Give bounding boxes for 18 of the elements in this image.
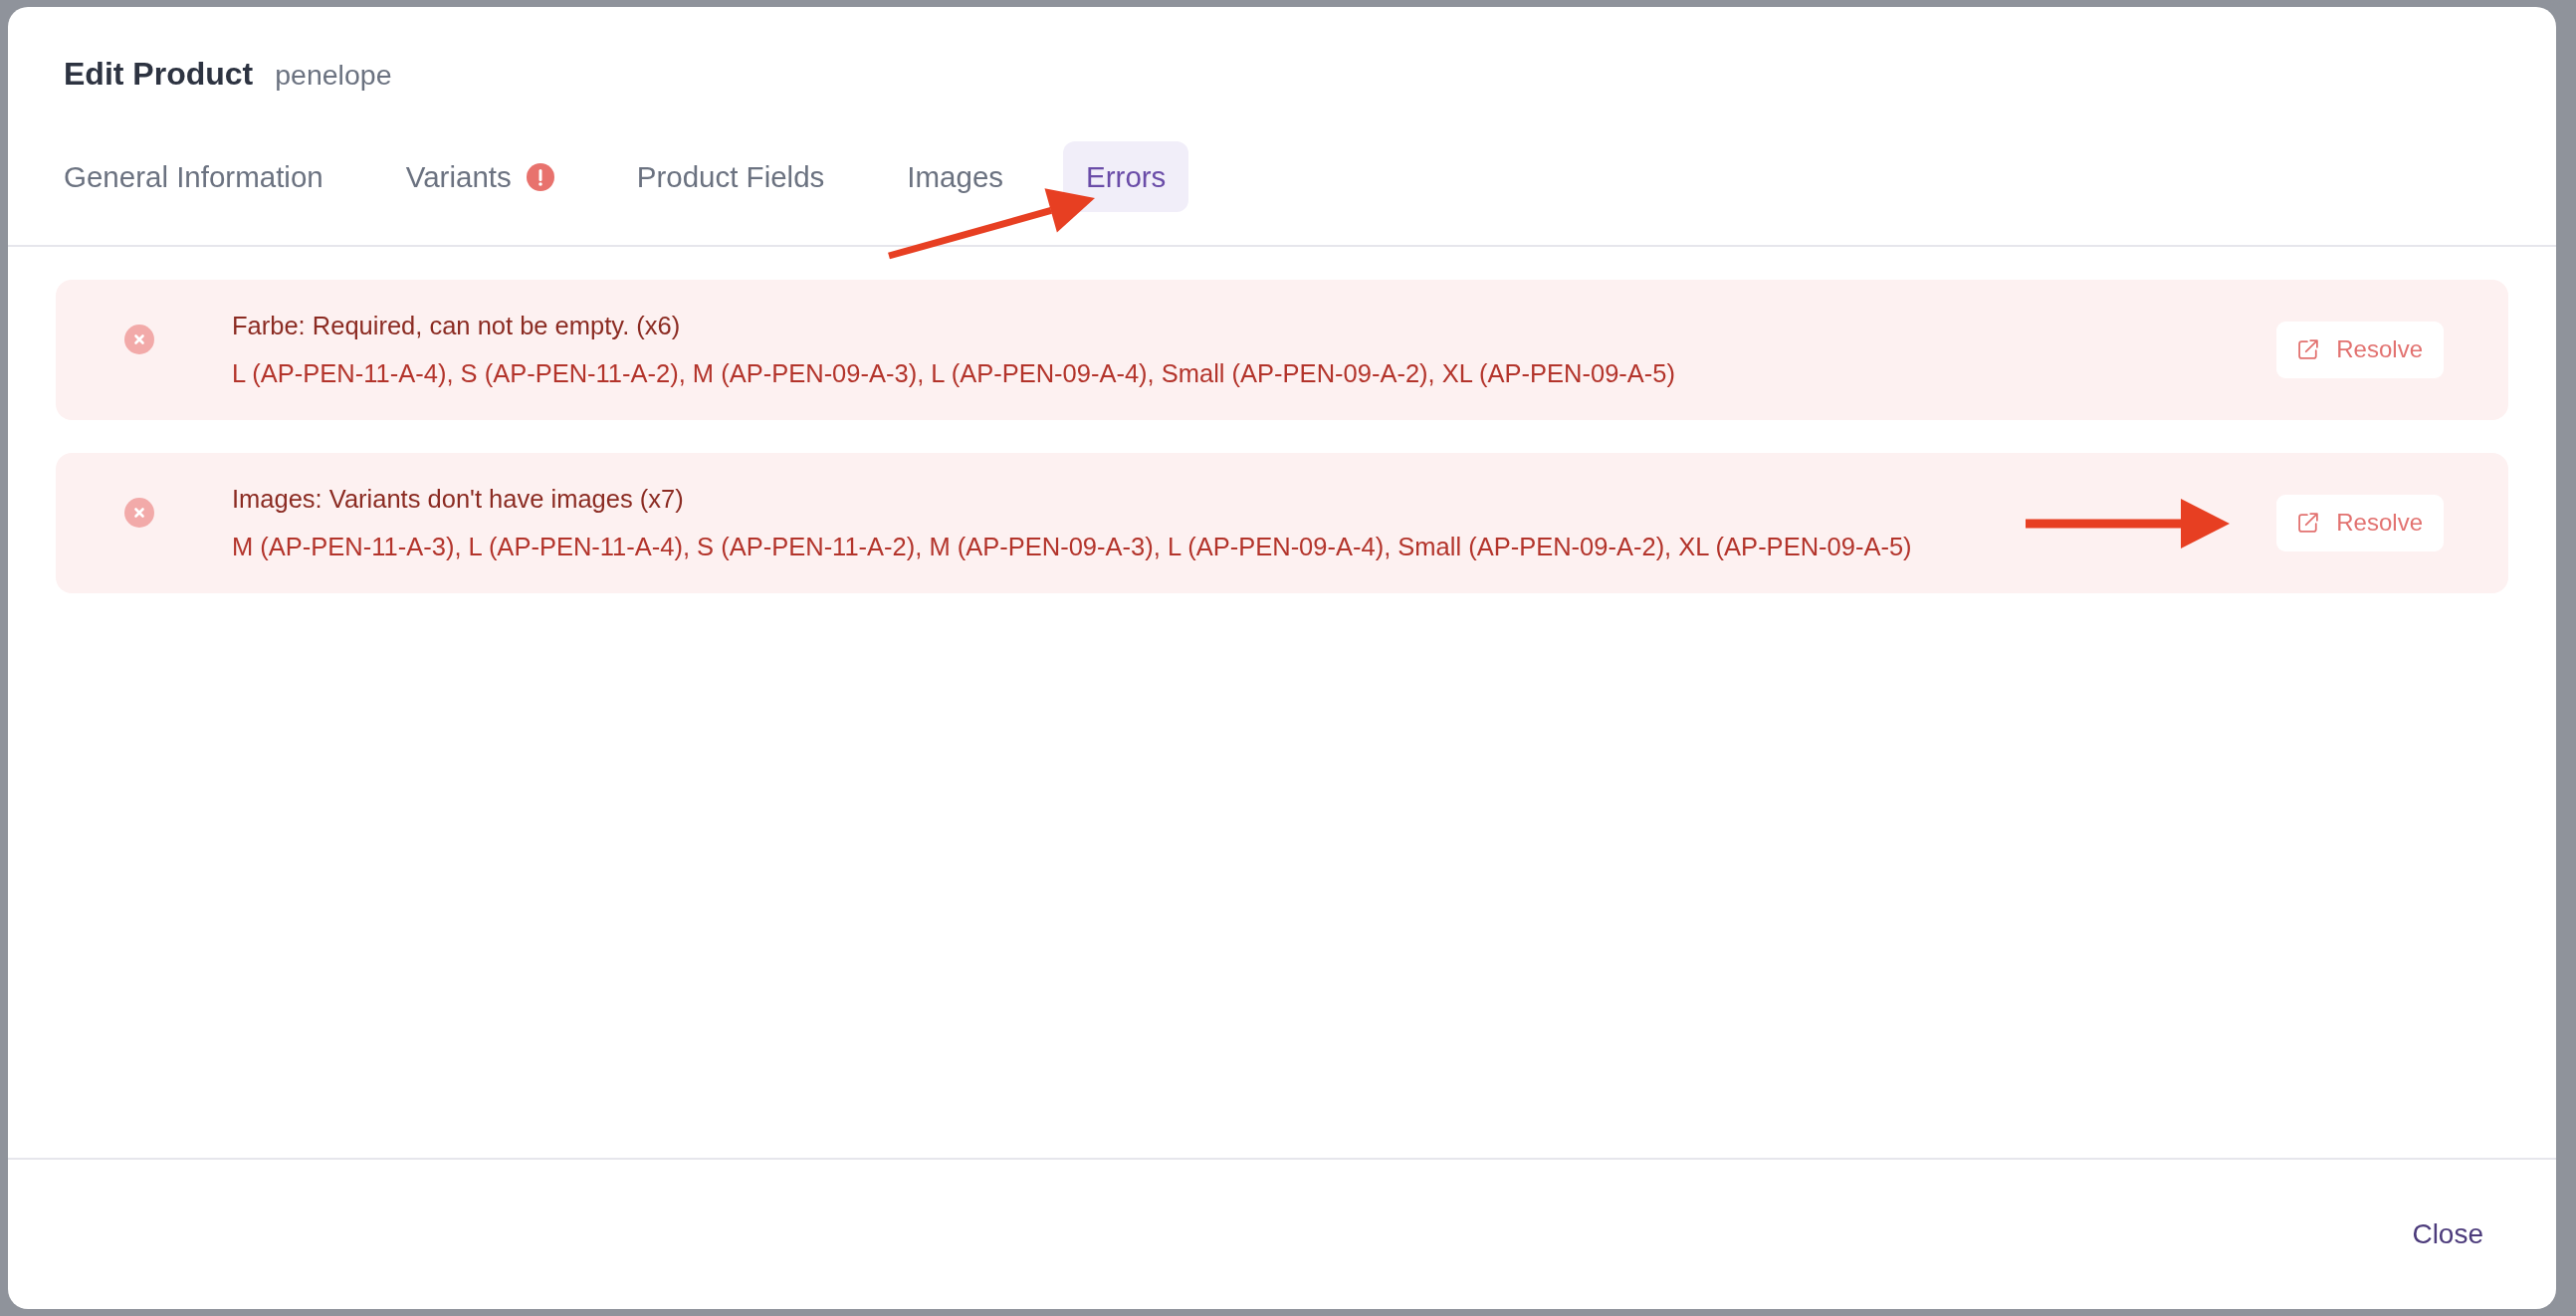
tab[interactable]: Images: [884, 141, 1027, 212]
error-title: Farbe: Required, can not be empty. (x6): [232, 311, 682, 341]
tab[interactable]: General Information: [41, 141, 346, 212]
tab[interactable]: Product Fields: [613, 141, 848, 212]
x-circle-icon: [124, 325, 154, 354]
x-circle-icon: [124, 498, 154, 528]
dialog-title: Edit Product: [64, 55, 254, 94]
tab[interactable]: Errors: [1063, 141, 1189, 212]
error-details: M (AP-PEN-11-A-3), L (AP-PEN-11-A-4), S (AP-PEN-11-A-2), M (AP-PEN-09-A-3), L (AP-PEN-09-A-4), Small (AP-PEN-09-A-2), XL (AP-PEN-09-A-5): [232, 532, 1913, 562]
external-link-icon: [2298, 339, 2319, 359]
resolve-button[interactable]: Resolve: [2276, 321, 2444, 378]
product-name: penelope: [275, 59, 392, 92]
error-title: Images: Variants don't have images (x7): [232, 484, 685, 515]
close-button[interactable]: Close: [2392, 1208, 2503, 1260]
resolve-button[interactable]: Resolve: [2276, 494, 2444, 551]
external-link-icon: [2298, 513, 2319, 533]
error-details: L (AP-PEN-11-A-4), S (AP-PEN-11-A-2), M (AP-PEN-09-A-3), L (AP-PEN-09-A-4), Small (AP-PEN-09-A-2), XL (AP-PEN-09-A-5): [232, 358, 1676, 389]
tab[interactable]: Variants: [382, 141, 577, 212]
